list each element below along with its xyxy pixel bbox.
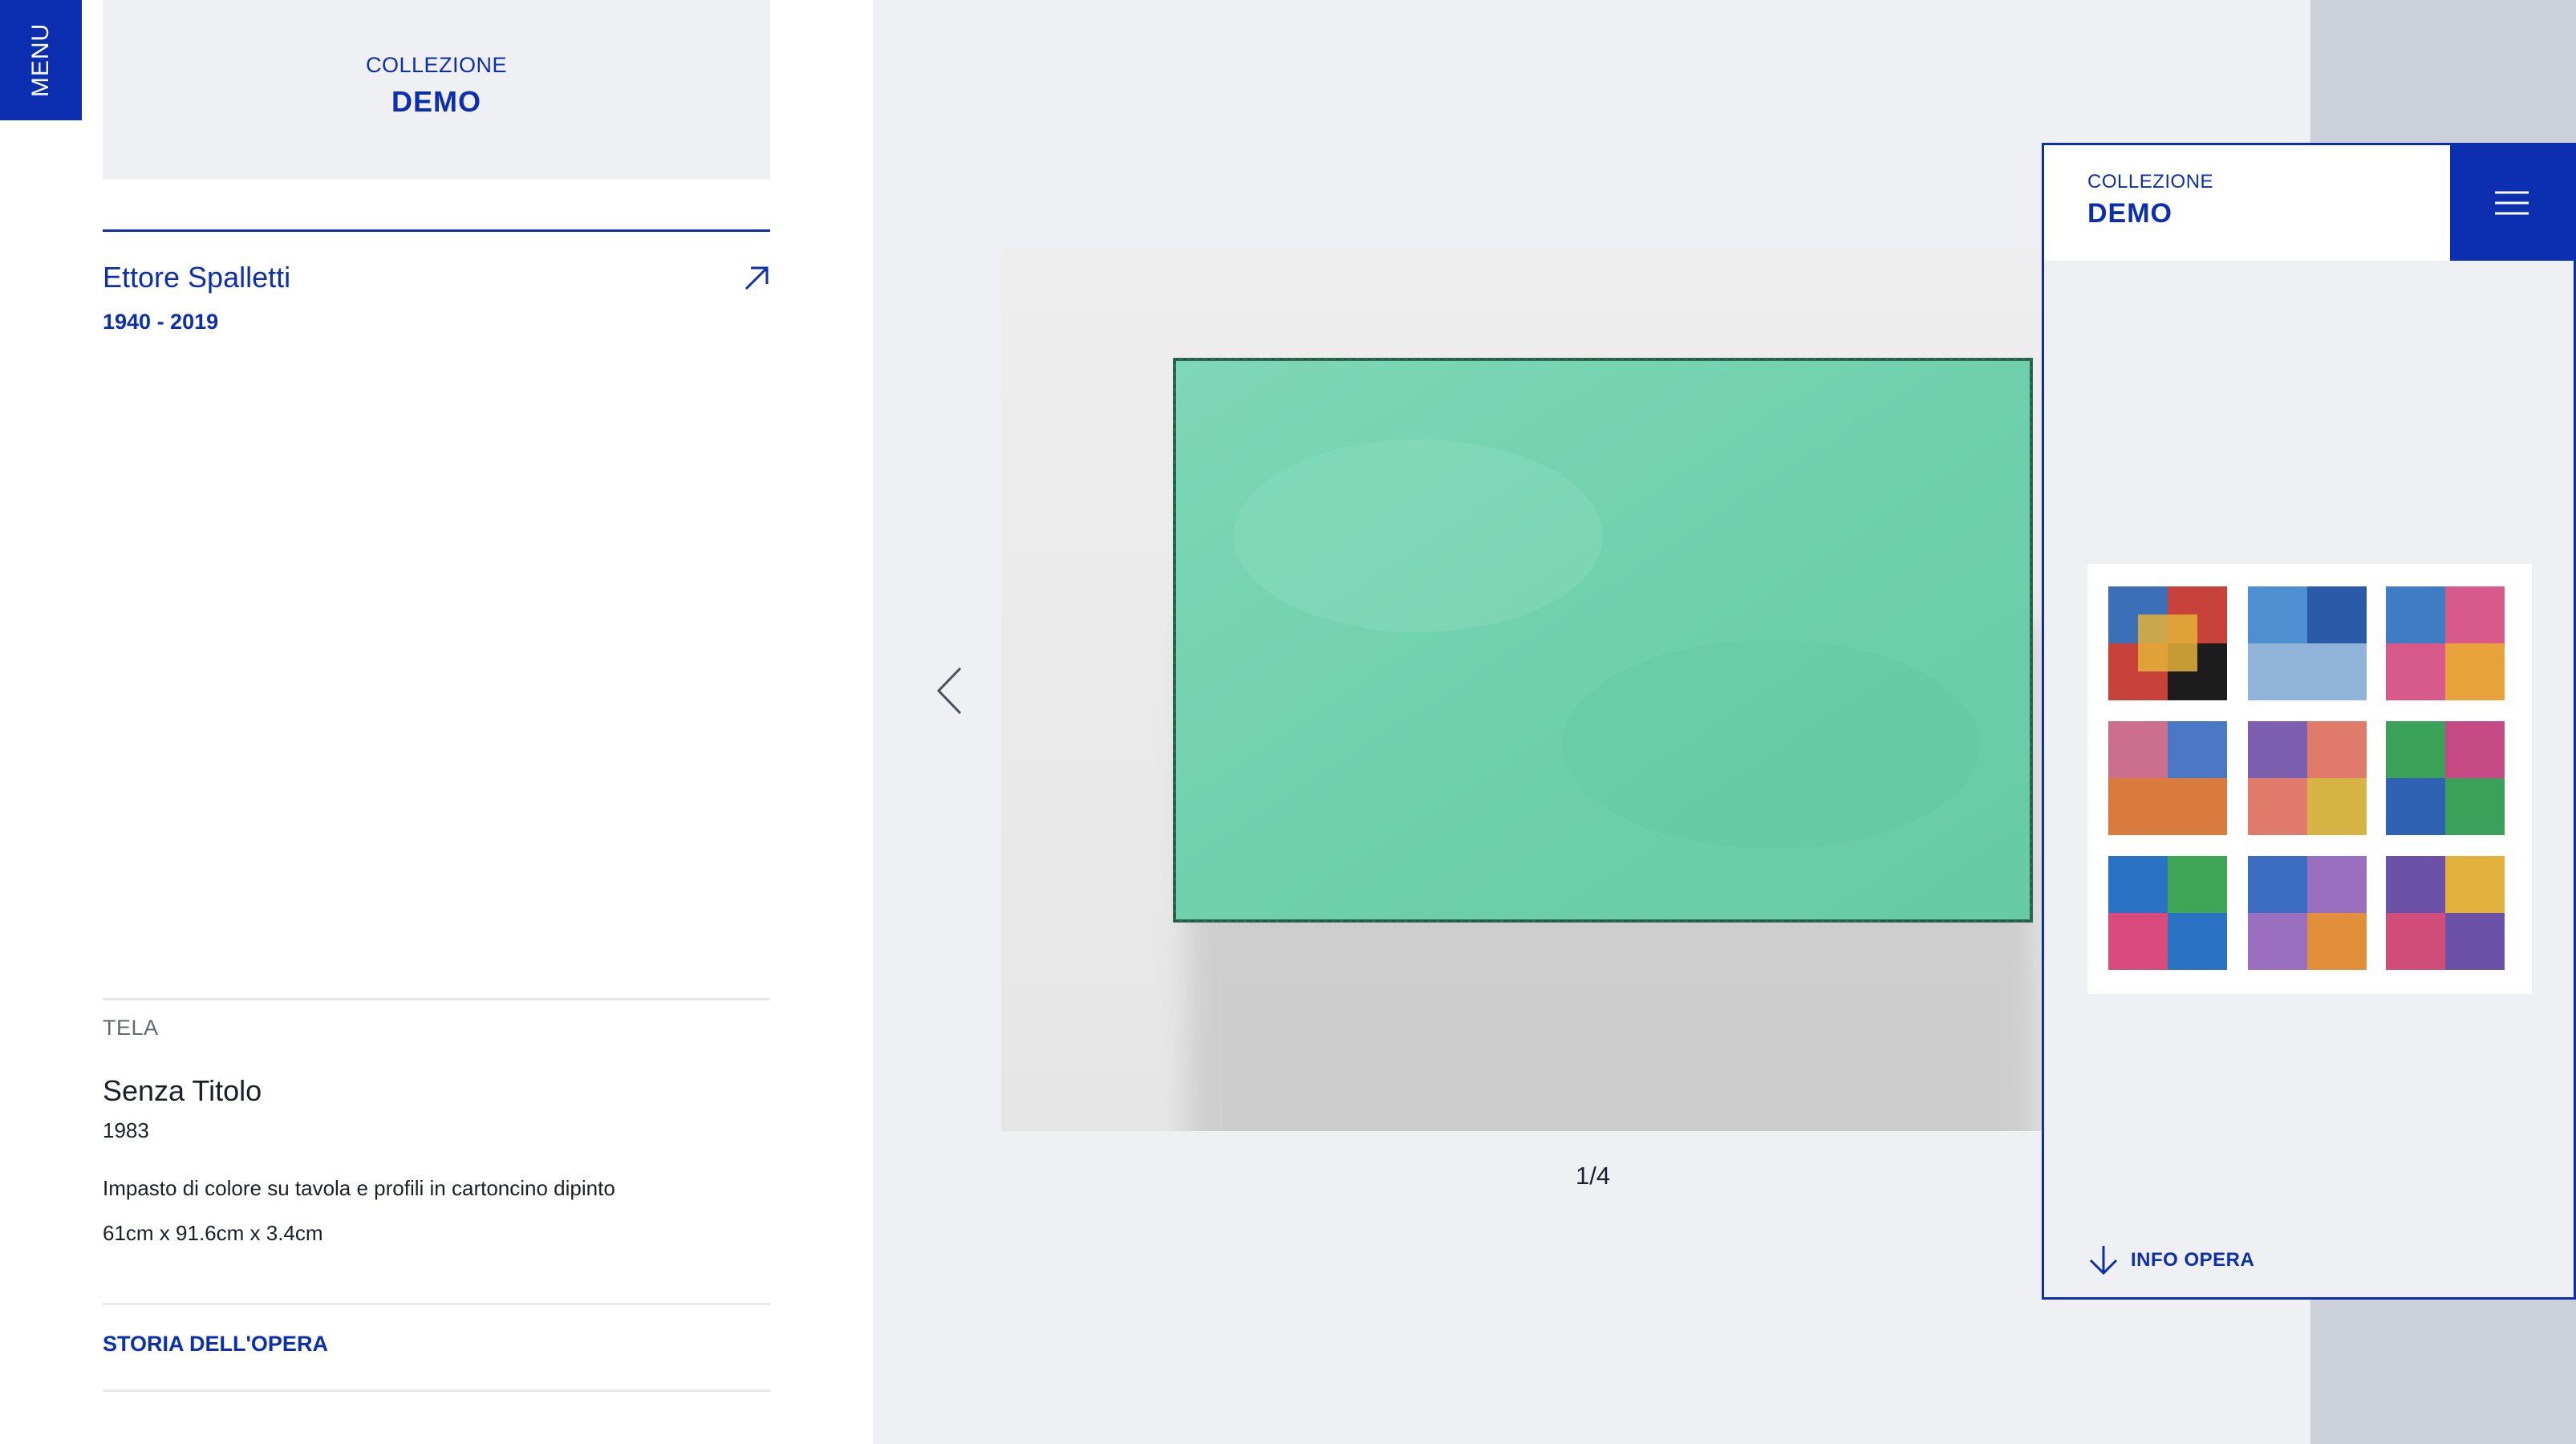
artist-years: 1940 - 2019 (103, 310, 219, 334)
history-link[interactable]: STORIA DELL'OPERA (103, 1332, 328, 1357)
collection-header[interactable]: COLLEZIONE DEMO (103, 0, 770, 180)
hamburger-icon (2495, 191, 2529, 215)
mobile-artwork-render (2087, 564, 2532, 994)
mobile-menu-button[interactable] (2450, 145, 2574, 261)
artwork-technique: Impasto di colore su tavola e profili in… (103, 1176, 615, 1200)
info-opera-label: INFO OPERA (2131, 1249, 2255, 1271)
artwork-category: TELA (103, 1016, 159, 1040)
mobile-artwork-image[interactable] (2087, 564, 2532, 994)
artwork-dimensions: 61cm x 91.6cm x 3.4cm (103, 1221, 323, 1245)
mobile-header: COLLEZIONE DEMO (2044, 145, 2574, 261)
info-opera-button[interactable]: INFO OPERA (2087, 1244, 2254, 1276)
artwork-image[interactable] (1001, 247, 2124, 1131)
chevron-left-icon[interactable] (935, 666, 963, 716)
menu-label: MENU (27, 22, 54, 98)
arrow-down-icon (2089, 1246, 2118, 1276)
artwork-image-render (1001, 247, 2124, 1131)
arrow-up-right-icon[interactable] (743, 265, 770, 292)
divider (103, 229, 770, 232)
artwork-info-panel: COLLEZIONE DEMO Ettore Spalletti 1940 - … (103, 0, 770, 1444)
menu-button[interactable]: MENU (0, 0, 82, 120)
artwork-year: 1983 (103, 1118, 149, 1142)
collection-label: COLLEZIONE (365, 53, 508, 77)
collection-name: DEMO (391, 85, 481, 118)
divider (103, 1303, 770, 1305)
artwork-title: Senza Titolo (103, 1074, 262, 1107)
mobile-collection-label: COLLEZIONE (2087, 171, 2214, 193)
divider (103, 998, 770, 1000)
artist-name[interactable]: Ettore Spalletti (103, 261, 290, 294)
mobile-collection-name: DEMO (2087, 198, 2172, 229)
divider (103, 1389, 770, 1392)
mobile-preview: COLLEZIONE DEMO INFO OPERA (2042, 143, 2576, 1300)
image-counter: 1/4 (1576, 1162, 1611, 1190)
